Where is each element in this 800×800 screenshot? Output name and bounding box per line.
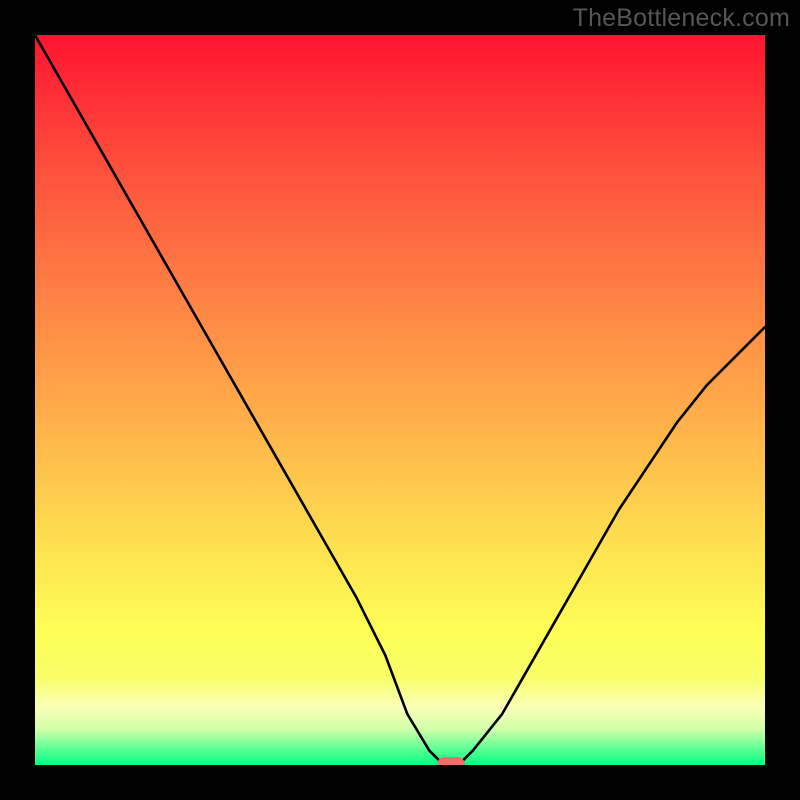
chart-svg bbox=[35, 35, 765, 765]
watermark-text: TheBottleneck.com bbox=[573, 4, 790, 33]
chart-frame: TheBottleneck.com bbox=[0, 0, 800, 800]
gradient-background bbox=[35, 35, 765, 765]
plot-area bbox=[35, 35, 765, 765]
value-marker bbox=[437, 757, 465, 765]
